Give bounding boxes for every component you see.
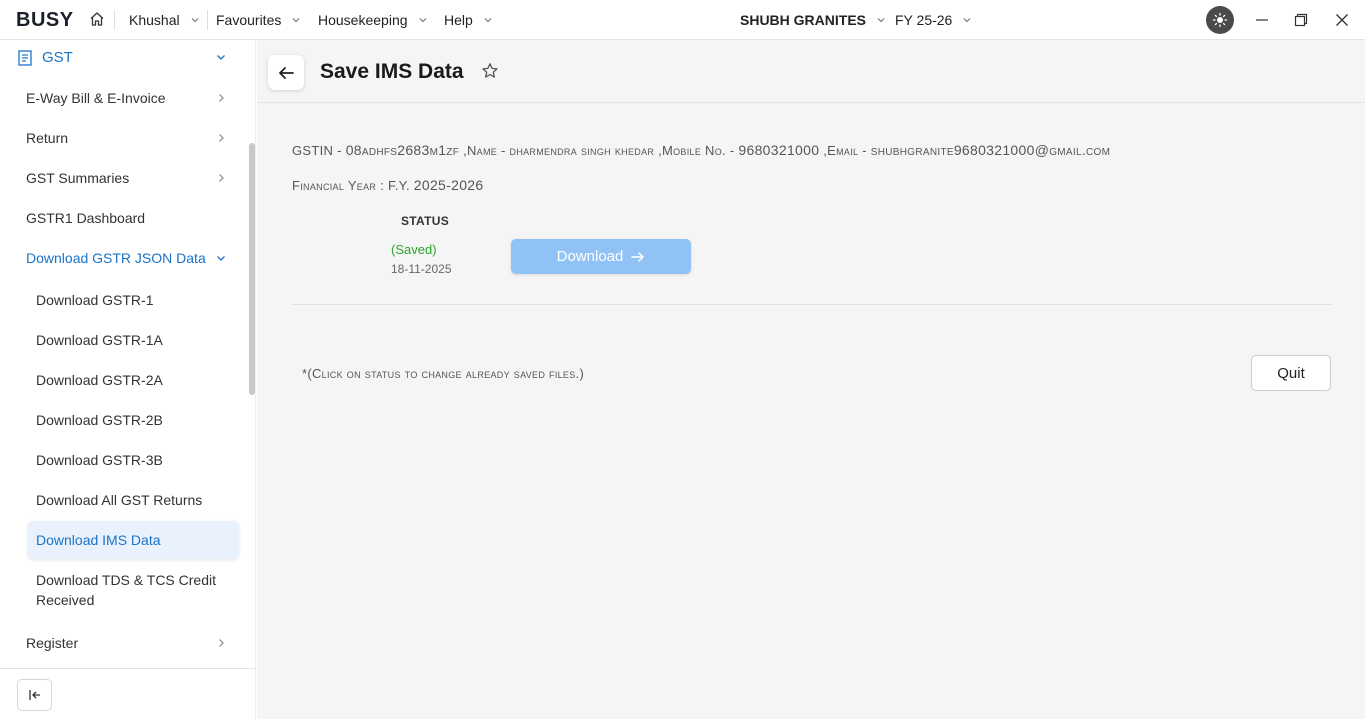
sidebar-item-eway-bill[interactable]: E-Way Bill & E-Invoice — [26, 90, 166, 106]
sidebar-subitem-tds-tcs-credit[interactable]: Download TDS & TCS Credit — [36, 572, 216, 588]
sidebar-item-gstr1-dashboard[interactable]: GSTR1 Dashboard — [26, 210, 145, 226]
menu-khushal[interactable]: Khushal — [129, 12, 200, 28]
sidebar-subitem-gstr-2b[interactable]: Download GSTR-2B — [36, 412, 163, 428]
sun-icon — [1212, 12, 1228, 28]
menu-label: Khushal — [129, 12, 180, 28]
gstin-value: 08adhfs2683m1zf — [345, 142, 460, 158]
chevron-down-icon — [419, 18, 426, 23]
name-label: ,Name - — [463, 143, 506, 158]
sidebar-scrollbar[interactable] — [249, 143, 255, 395]
arrow-right-icon — [631, 251, 645, 262]
collapse-sidebar-button[interactable] — [17, 679, 52, 711]
chevron-right-icon — [219, 134, 224, 142]
mobile-label: ,Mobile No. - — [658, 143, 735, 158]
download-button[interactable]: Download — [511, 239, 691, 274]
chevron-down-icon — [191, 18, 199, 23]
sidebar-subitem-gstr-3b[interactable]: Download GSTR-3B — [36, 452, 163, 468]
sidebar-item-gst-summaries[interactable]: GST Summaries — [26, 170, 129, 186]
chevron-down-icon — [963, 18, 971, 23]
divider — [0, 668, 256, 669]
menu-housekeeping[interactable]: Housekeeping — [318, 12, 428, 28]
home-icon[interactable] — [89, 11, 105, 27]
collapse-left-icon — [28, 690, 40, 700]
sidebar-item-download-gstr-json[interactable]: Download GSTR JSON Data — [26, 250, 206, 266]
chevron-down-icon — [484, 18, 492, 23]
back-button[interactable] — [268, 55, 304, 90]
menu-label: Housekeeping — [318, 12, 408, 28]
status-date: 18-11-2025 — [391, 262, 452, 276]
menu-favourites[interactable]: Favourites — [216, 12, 301, 28]
close-button[interactable] — [1332, 10, 1352, 30]
sidebar-section-gst[interactable]: GST — [18, 49, 73, 66]
chevron-right-icon — [219, 94, 224, 102]
sidebar: GST E-Way Bill & E-Invoice Return GST Su… — [0, 40, 256, 719]
name-value: DHARMENDRA SINGH KHEDAR — [509, 143, 655, 158]
sidebar-subitem-gstr-2a[interactable]: Download GSTR-2A — [36, 372, 163, 388]
chevron-down-icon — [877, 18, 885, 23]
menu-label: Favourites — [216, 12, 282, 28]
chevron-right-icon — [219, 639, 224, 647]
company-selector[interactable]: SHUBH GRANITES — [740, 12, 886, 28]
restore-icon — [1294, 13, 1308, 27]
quit-button[interactable]: Quit — [1251, 355, 1331, 391]
sidebar-item-register[interactable]: Register — [26, 635, 78, 651]
status-header: STATUS — [401, 214, 450, 228]
chevron-down-icon — [217, 256, 225, 261]
close-icon — [1336, 14, 1348, 26]
fy-info-label: Financial Year : — [292, 178, 385, 193]
status-saved-link[interactable]: (Saved) — [391, 242, 437, 257]
gstin-info-line: GSTIN - 08adhfs2683m1zf ,Name - DHARMEND… — [292, 142, 1110, 158]
help-note: *(Click on status to change already save… — [302, 366, 585, 381]
chevron-down-icon — [292, 18, 300, 23]
main-content: Save IMS Data GSTIN - 08adhfs2683m1zf ,N… — [257, 40, 1365, 719]
financial-year-line: Financial Year : F.Y. 2025-2026 — [292, 177, 483, 193]
sidebar-subitem-all-gst-returns[interactable]: Download All GST Returns — [36, 492, 202, 508]
sidebar-subitem-gstr-1[interactable]: Download GSTR-1 — [36, 292, 154, 308]
fy-selector[interactable]: FY 25-26 — [895, 12, 972, 28]
minimize-button[interactable] — [1252, 10, 1272, 30]
divider — [207, 10, 208, 30]
sidebar-item-return[interactable]: Return — [26, 130, 68, 146]
restore-button[interactable] — [1291, 10, 1311, 30]
mobile-value: 9680321000 — [738, 142, 820, 158]
page-title: Save IMS Data — [320, 60, 464, 83]
email-value: shubhgranite9680321000@gmail.com — [870, 142, 1111, 158]
chevron-down-icon[interactable] — [216, 52, 226, 62]
sidebar-subitem-ims-data[interactable]: Download IMS Data — [36, 532, 161, 548]
minimize-icon — [1256, 19, 1268, 21]
app-logo: BUSY — [16, 9, 74, 31]
sidebar-subitem-tds-tcs-credit-line2[interactable]: Received — [36, 592, 94, 608]
gstin-label: GSTIN - — [292, 143, 342, 158]
download-button-label: Download — [556, 248, 624, 265]
top-bar: BUSY Khushal Favourites Housekeeping Hel… — [0, 0, 1365, 40]
page-header: Save IMS Data — [257, 40, 1365, 103]
sidebar-subitem-gstr-1a[interactable]: Download GSTR-1A — [36, 332, 163, 348]
sidebar-section-label: GST — [42, 49, 73, 66]
arrow-left-icon — [279, 66, 294, 79]
theme-toggle-button[interactable] — [1206, 6, 1234, 34]
chevron-right-icon — [219, 174, 224, 182]
menu-label: Help — [444, 12, 473, 28]
company-name: SHUBH GRANITES — [740, 12, 867, 28]
divider — [114, 10, 115, 30]
fy-label: FY 25-26 — [895, 12, 953, 28]
divider — [292, 304, 1332, 305]
document-icon — [18, 49, 32, 66]
favourite-star-icon[interactable] — [481, 62, 499, 80]
fy-prefix: F.Y. — [387, 178, 410, 193]
email-label: ,Email - — [823, 143, 867, 158]
menu-help[interactable]: Help — [444, 12, 493, 28]
fy-value: 2025-2026 — [413, 177, 484, 193]
